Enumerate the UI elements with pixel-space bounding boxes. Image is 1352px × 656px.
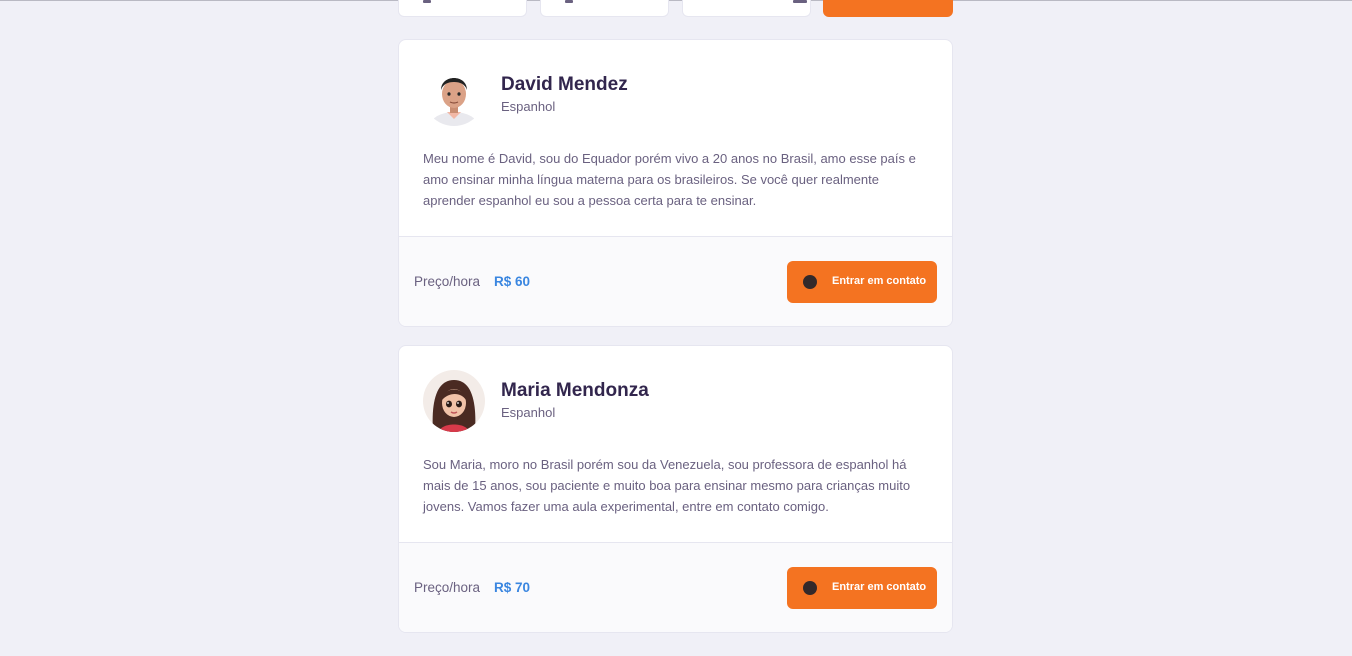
search-filters [398, 0, 954, 17]
teacher-bio: Sou Maria, moro no Brasil porém sou da V… [423, 457, 911, 514]
whatsapp-icon [803, 275, 817, 289]
teacher-card: David Mendez Espanhol Meu nome é David, … [398, 39, 953, 327]
avatar-woman-icon [423, 370, 485, 432]
teacher-card: Maria Mendonza Espanhol Sou Maria, moro … [398, 345, 953, 633]
teacher-subject: Espanhol [501, 99, 556, 114]
contact-button-label: Entrar em contato [832, 275, 927, 287]
contact-button-label: Entrar em contato [832, 581, 927, 593]
contact-button[interactable]: Entrar em contato [787, 261, 937, 303]
avatar [423, 370, 485, 432]
price-label: Preço/hora [414, 274, 481, 289]
teacher-name: Maria Mendonza [501, 380, 649, 401]
contact-button[interactable]: Entrar em contato [787, 567, 937, 609]
card-footer: Preço/hora R$ 70 Entrar em contato [399, 542, 952, 632]
whatsapp-icon [803, 581, 817, 595]
price-value: R$ 60 [494, 274, 531, 289]
time-select[interactable] [682, 0, 811, 17]
teacher-bio: Meu nome é David, sou do Equador porém v… [423, 151, 916, 208]
subject-select-value [423, 0, 431, 3]
teacher-name: David Mendez [501, 74, 628, 95]
avatar [423, 64, 485, 126]
search-button[interactable] [823, 0, 953, 17]
price-value: R$ 70 [494, 580, 531, 595]
price-label: Preço/hora [414, 580, 481, 595]
avatar-man-icon [423, 64, 485, 126]
teacher-subject: Espanhol [501, 405, 556, 420]
subject-select[interactable] [398, 0, 527, 17]
week-day-select-value [565, 0, 573, 3]
time-select-value [793, 0, 807, 3]
card-footer: Preço/hora R$ 60 Entrar em contato [399, 236, 952, 326]
week-day-select[interactable] [540, 0, 669, 17]
